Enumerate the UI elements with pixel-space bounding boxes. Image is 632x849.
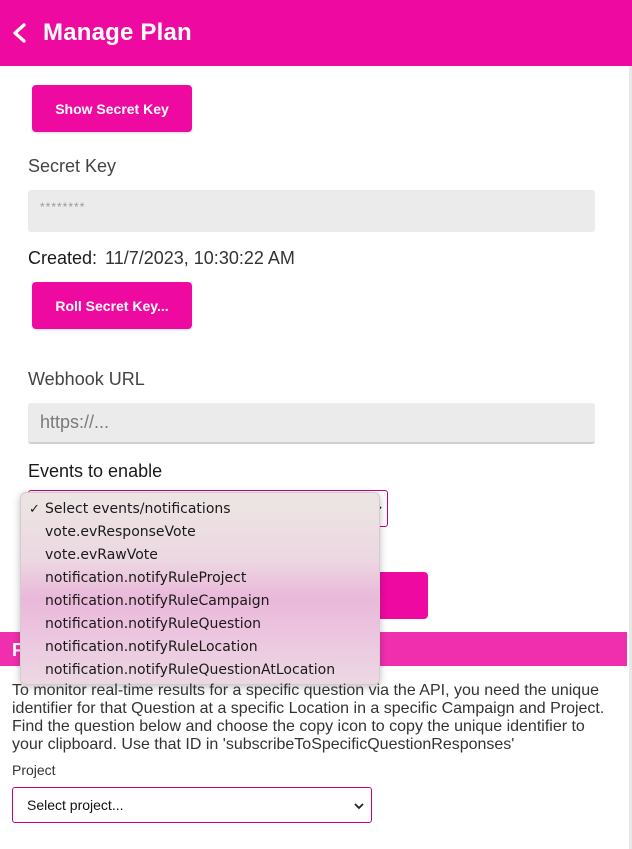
project-select[interactable]: Select project... <box>12 787 372 823</box>
show-secret-key-button[interactable]: Show Secret Key <box>32 85 192 132</box>
dropdown-option[interactable]: notification.notifyRuleQuestion <box>21 613 379 636</box>
page-title: Manage Plan <box>43 19 192 46</box>
secret-key-label: Secret Key <box>28 156 117 176</box>
project-select-value: Select project... <box>27 797 124 813</box>
section-description: To monitor real-time results for a speci… <box>12 682 605 753</box>
dropdown-option[interactable]: notification.notifyRuleProject <box>21 567 379 590</box>
dropdown-option[interactable]: ✓ Select events/notifications <box>21 498 379 521</box>
roll-secret-key-button[interactable]: Roll Secret Key... <box>32 282 192 329</box>
created-label: Created: <box>28 248 98 268</box>
dropdown-option[interactable]: vote.evResponseVote <box>21 521 379 544</box>
webhook-url-input[interactable]: https://... <box>28 403 595 444</box>
chevron-down-icon <box>354 803 364 810</box>
webhook-url-label: Webhook URL <box>28 369 145 389</box>
created-value: 11/7/2023, 10:30:22 AM <box>105 248 295 268</box>
dropdown-option[interactable]: notification.notifyRuleLocation <box>21 636 379 659</box>
dropdown-option[interactable]: notification.notifyRuleQuestionAtLocatio… <box>21 659 379 682</box>
chevron-left-icon[interactable] <box>10 22 30 44</box>
app-header: Manage Plan <box>0 0 632 66</box>
dropdown-option[interactable]: notification.notifyRuleCampaign <box>21 590 379 613</box>
created-row: Created: 11/7/2023, 10:30:22 AM <box>28 248 295 269</box>
events-dropdown-menu: ✓ Select events/notifications vote.evRes… <box>20 492 380 685</box>
dropdown-option[interactable]: vote.evRawVote <box>21 544 379 567</box>
events-label: Events to enable <box>28 461 163 481</box>
checkmark-icon: ✓ <box>29 502 40 517</box>
secret-key-field[interactable]: ******** <box>28 190 595 232</box>
project-label: Project <box>12 762 56 778</box>
